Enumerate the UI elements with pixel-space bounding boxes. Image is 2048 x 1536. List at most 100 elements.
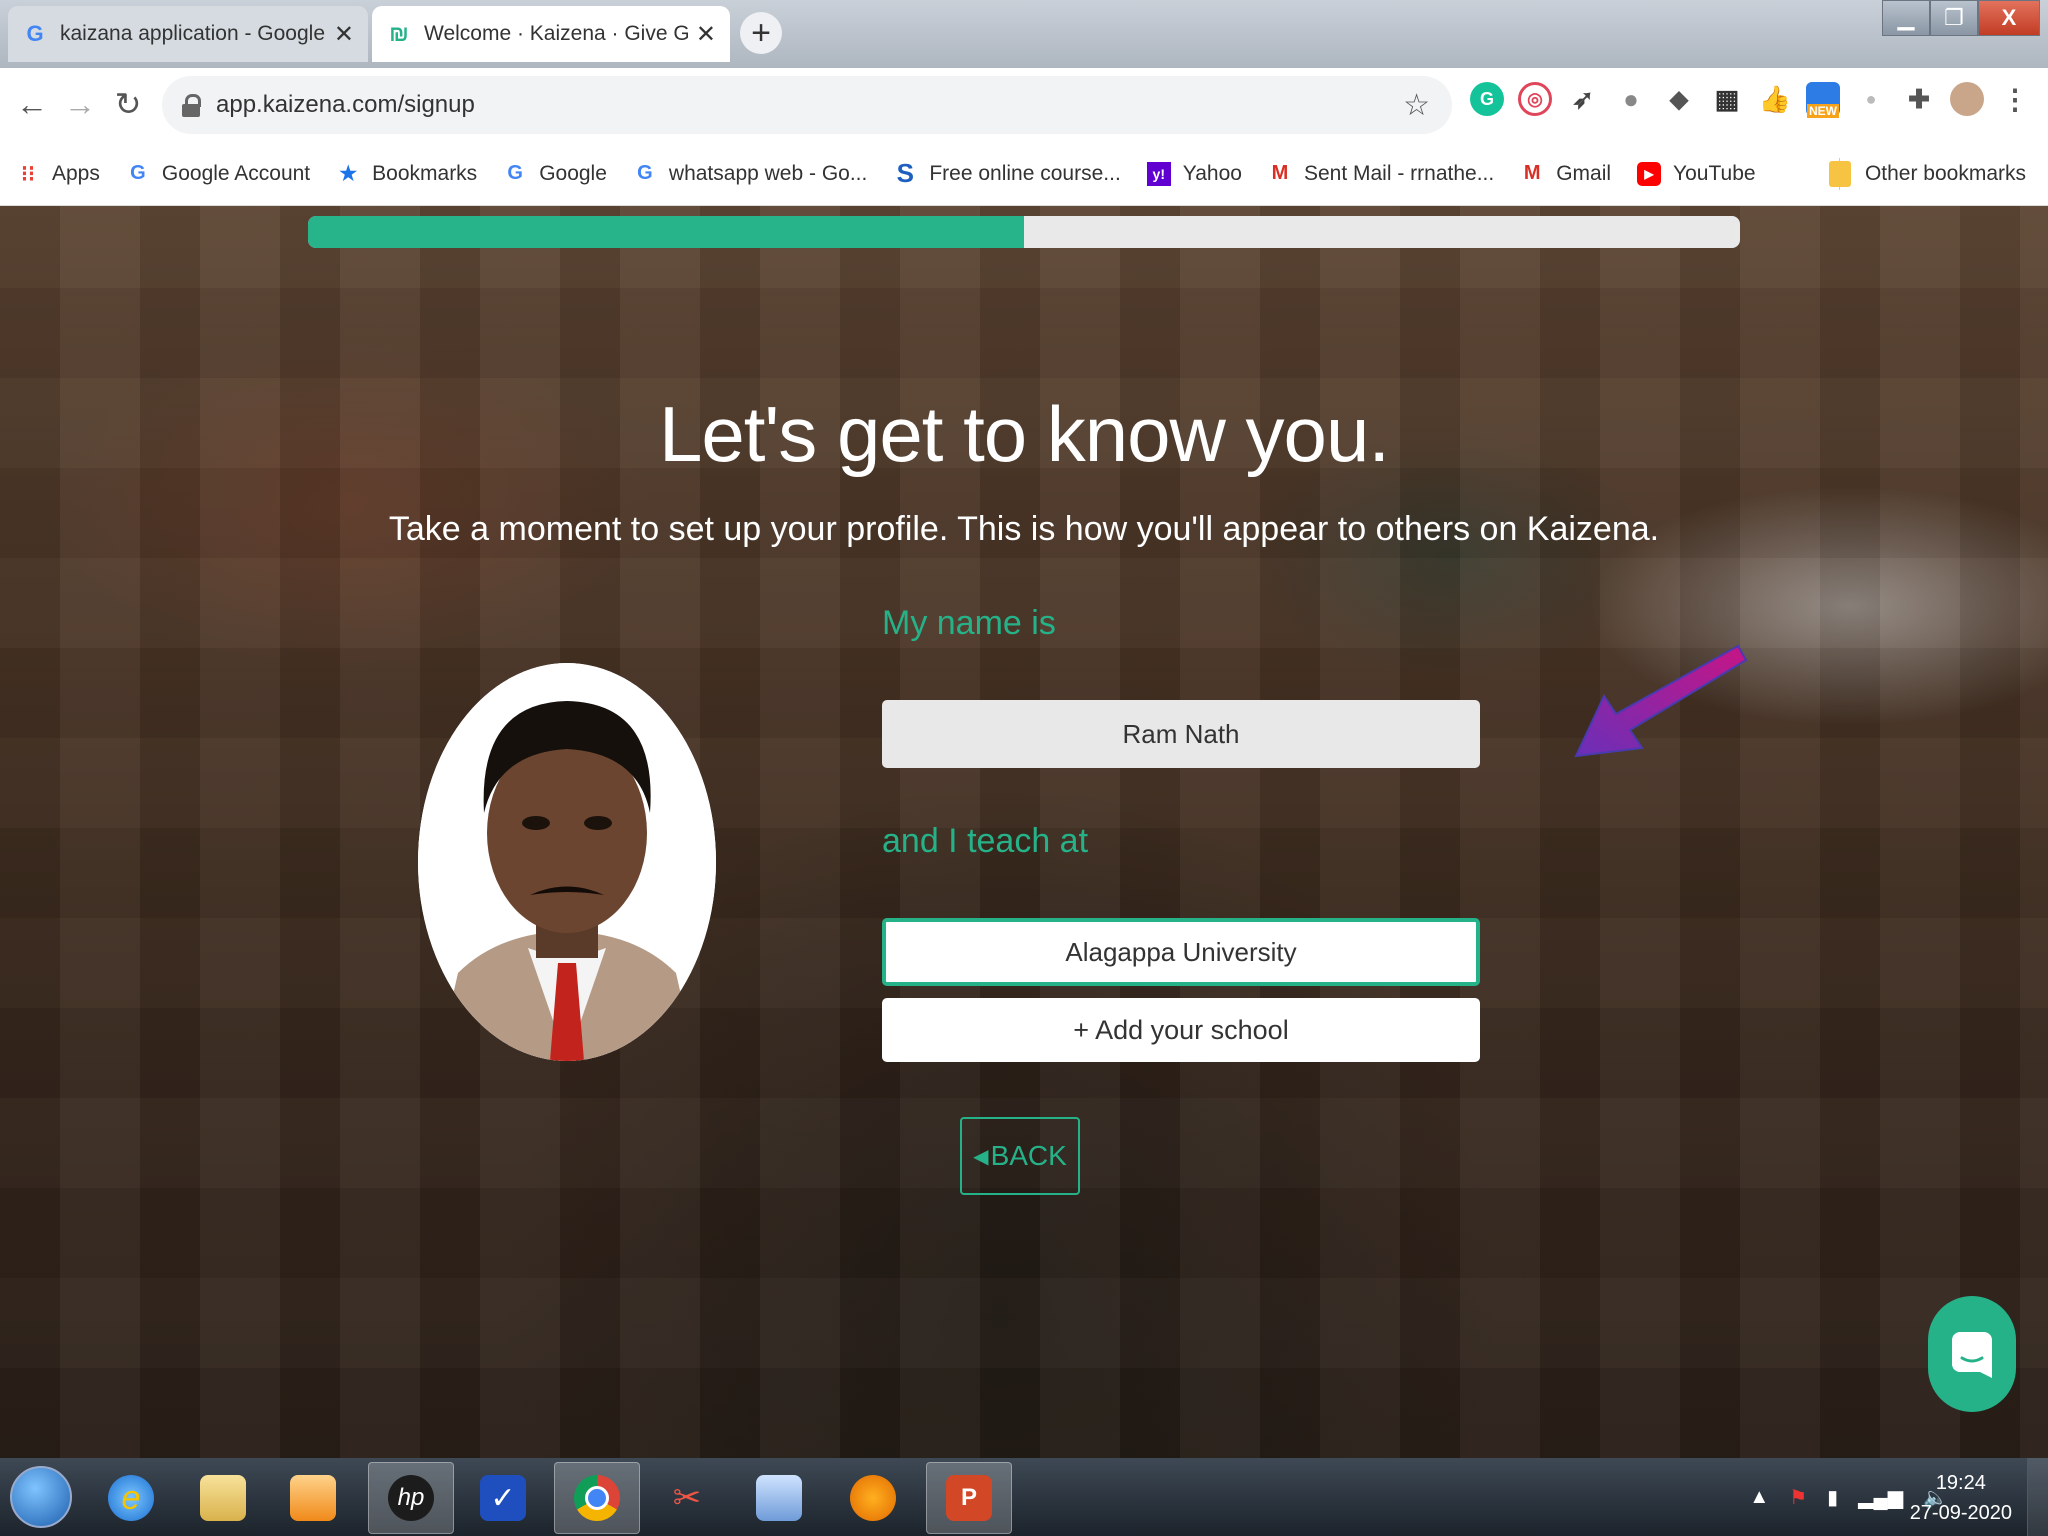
s-icon: S	[896, 158, 915, 188]
puzzle-icon[interactable]: ✚	[1902, 82, 1936, 116]
address-bar[interactable]: app.kaizena.com/signup ☆	[162, 76, 1452, 134]
tab-strip: G kaizana application - Google Sea ✕ ₪ W…	[0, 0, 2048, 68]
keyboard-icon[interactable]	[736, 1462, 822, 1534]
close-icon[interactable]: ✕	[696, 20, 716, 49]
profile-photo[interactable]	[418, 663, 716, 1061]
other-bookmarks[interactable]: Other bookmarks	[1828, 142, 2026, 206]
forward-arrow-icon[interactable]: →	[60, 84, 100, 124]
new-tab-button[interactable]: +	[740, 12, 782, 54]
bookmark-label: Yahoo	[1182, 161, 1242, 185]
google-icon: G	[637, 162, 653, 184]
close-icon[interactable]: ✕	[334, 20, 354, 49]
bookmark-sent-mail[interactable]: M Sent Mail - rrnathe...	[1268, 161, 1495, 186]
grammarly-icon[interactable]: G	[1470, 82, 1504, 116]
profile-photo-image	[418, 663, 716, 1061]
window-controls: ▁ ❐ X	[1882, 0, 2040, 36]
tab-kaizena[interactable]: ₪ Welcome · Kaizena · Give Great F ✕	[372, 6, 730, 62]
reload-icon[interactable]: ↻	[108, 84, 148, 124]
back-button[interactable]: ◀ BACK	[960, 1117, 1080, 1195]
rocket-icon[interactable]: ➶	[1566, 82, 1600, 116]
bookmark-label: Sent Mail - rrnathe...	[1303, 161, 1495, 185]
window-close-button[interactable]: X	[1978, 0, 2040, 36]
bookmark-google[interactable]: G Google	[503, 162, 607, 186]
grid-icon[interactable]: ▦	[1710, 82, 1744, 116]
name-label: My name is	[882, 604, 1056, 642]
show-desktop-button[interactable]	[2027, 1458, 2048, 1536]
extension-icon[interactable]: ◎	[1518, 82, 1552, 116]
start-button[interactable]	[10, 1466, 72, 1528]
bookmark-label: YouTube	[1673, 161, 1756, 185]
gmail-icon: M	[1523, 162, 1541, 184]
caret-left-icon: ◀	[973, 1145, 989, 1168]
add-school-button[interactable]: + Add your school	[882, 998, 1480, 1062]
extension-icon[interactable]: ◆	[1662, 82, 1696, 116]
minimize-button[interactable]: ▁	[1882, 0, 1930, 36]
chrome-icon[interactable]	[554, 1462, 640, 1534]
gmail-icon: M	[1271, 162, 1289, 184]
restore-button[interactable]: ❐	[1930, 0, 1978, 36]
back-arrow-icon[interactable]: ←	[12, 84, 52, 124]
snipping-tool-icon[interactable]: ✂	[644, 1462, 730, 1534]
youtube-icon: ▶	[1637, 161, 1662, 186]
thumbs-up-icon[interactable]: 👍	[1758, 82, 1792, 116]
chat-icon	[1952, 1332, 1992, 1378]
bookmark-star-icon[interactable]: ☆	[1403, 88, 1430, 123]
annotation-arrow-icon	[1574, 644, 1748, 758]
bookmark-label: Google Account	[161, 161, 311, 185]
chat-support-button[interactable]	[1928, 1296, 2016, 1412]
bookmark-label: Apps	[52, 161, 100, 185]
lock-icon	[182, 94, 201, 117]
school-option-selected[interactable]: Alagappa University	[882, 918, 1480, 986]
internet-explorer-icon[interactable]: e	[88, 1462, 174, 1534]
bookmark-free-online-course[interactable]: S Free online course...	[893, 158, 1121, 188]
bookmark-whatsapp-web[interactable]: G whatsapp web - Go...	[633, 162, 867, 186]
browser-toolbar: ← → ↻ app.kaizena.com/signup ☆ G ◎ ➶ ● ◆…	[0, 68, 2048, 142]
google-icon: G	[26, 21, 44, 46]
powerpoint-icon[interactable]: P	[926, 1462, 1012, 1534]
apps-grid-icon: ⁝⁝	[21, 160, 35, 186]
tab-title: kaizana application - Google Sea	[60, 22, 326, 45]
bookmark-google-account[interactable]: G Google Account	[126, 162, 310, 186]
clock[interactable]: 19:24 27-09-2020	[1910, 1468, 2012, 1528]
tray-expand-icon[interactable]: ▲	[1749, 1486, 1769, 1509]
hp-icon[interactable]: hp	[368, 1462, 454, 1534]
page-title: Let's get to know you.	[658, 390, 1390, 478]
profile-avatar[interactable]	[1950, 82, 1984, 116]
school-label: and I teach at	[882, 822, 1089, 860]
media-player-icon[interactable]	[270, 1462, 356, 1534]
checkmark-app-icon[interactable]: ✓	[460, 1462, 546, 1534]
bookmark-label: Google	[539, 161, 607, 185]
signal-icon[interactable]: ▂▄▆	[1858, 1485, 1903, 1510]
bookmark-gmail[interactable]: M Gmail	[1520, 162, 1611, 186]
google-icon: G	[130, 162, 146, 184]
folder-icon	[1828, 161, 1851, 187]
tab-google-search[interactable]: G kaizana application - Google Sea ✕	[8, 6, 368, 62]
bookmark-apps[interactable]: ⁝⁝ Apps	[16, 160, 100, 186]
tab-title: Welcome · Kaizena · Give Great F	[424, 22, 688, 45]
name-field[interactable]: Ram Nath	[882, 700, 1480, 768]
star-icon: ★	[339, 163, 358, 185]
other-bookmarks-label: Other bookmarks	[1864, 162, 2026, 185]
extension-icon[interactable]: ●	[1854, 82, 1888, 116]
bookmark-bookmarks[interactable]: ★ Bookmarks	[336, 162, 477, 186]
flag-icon[interactable]: ⚑	[1789, 1485, 1807, 1510]
new-badge-icon[interactable]: NEW	[1806, 82, 1840, 118]
bookmark-yahoo[interactable]: y! Yahoo	[1146, 161, 1242, 186]
extension-icon[interactable]: ●	[1614, 82, 1648, 116]
windows-taskbar: e hp ✓ ✂ P ▲ ⚑ ▮ ▂▄▆ 🔈 19:24 27-09-2020	[0, 1458, 2048, 1536]
clock-time: 19:24	[1935, 1472, 1986, 1494]
url-text[interactable]: app.kaizena.com/signup	[216, 91, 1403, 119]
bookmarks-bar: ⁝⁝ Apps G Google Account ★ Bookmarks G G…	[0, 142, 2048, 206]
file-explorer-icon[interactable]	[180, 1462, 266, 1534]
bookmark-youtube[interactable]: ▶ YouTube	[1637, 161, 1756, 186]
bookmark-label: Gmail	[1556, 161, 1612, 185]
extension-icons: G ◎ ➶ ● ◆ ▦ 👍 NEW ● ✚ ⋮	[1470, 82, 2032, 118]
bookmark-label: Bookmarks	[372, 161, 478, 185]
yahoo-icon: y!	[1146, 161, 1171, 186]
vpn-shield-icon[interactable]	[830, 1462, 916, 1534]
menu-kebab-icon[interactable]: ⋮	[1998, 82, 2032, 116]
power-icon[interactable]: ▮	[1827, 1485, 1838, 1510]
google-icon: G	[507, 162, 523, 184]
progress-fill	[308, 216, 1024, 248]
bookmark-label: Free online course...	[929, 161, 1121, 185]
